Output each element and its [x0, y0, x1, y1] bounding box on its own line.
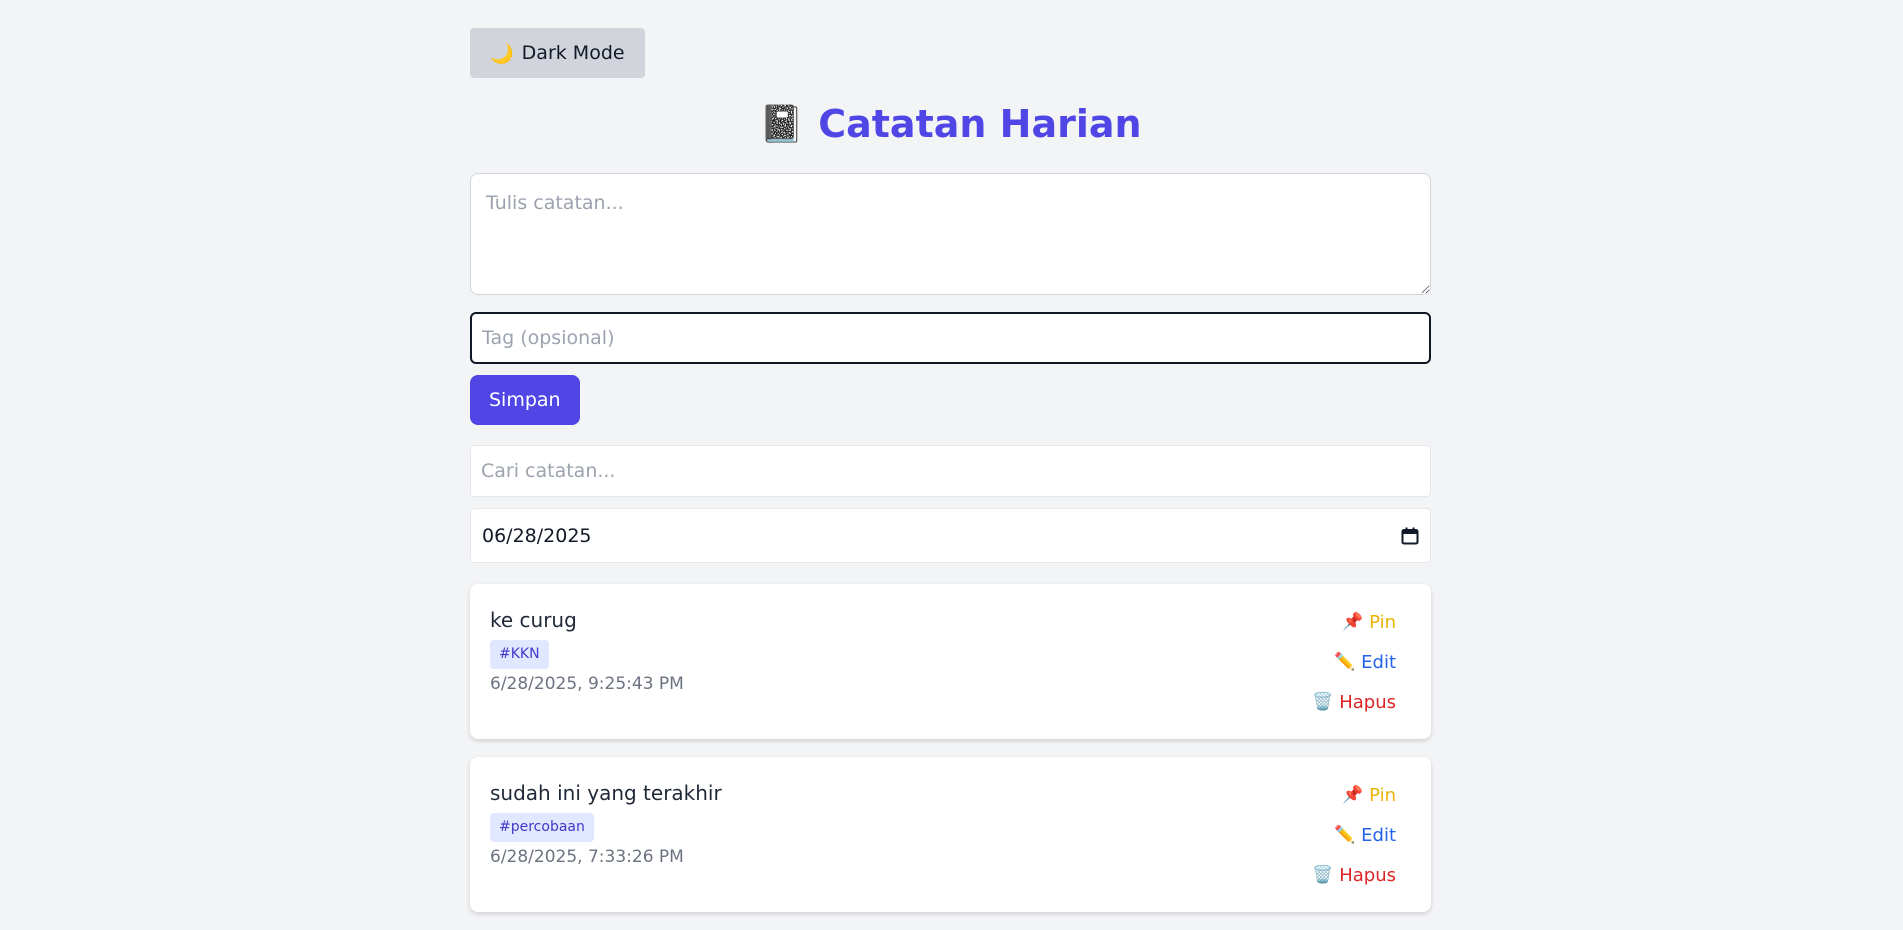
pencil-icon: ✏️	[1333, 825, 1356, 845]
date-value: 06/28/2025	[482, 524, 592, 547]
pin-button[interactable]: 📌 Pin	[1342, 608, 1396, 636]
tag-input[interactable]	[470, 312, 1431, 364]
notes-list: ke curug #KKN 6/28/2025, 9:25:43 PM 📌 Pi…	[470, 584, 1431, 912]
dark-mode-label: Dark Mode	[521, 42, 625, 64]
pin-label: Pin	[1369, 784, 1396, 806]
moon-icon: 🌙	[490, 42, 514, 65]
edit-label: Edit	[1361, 824, 1396, 846]
search-input[interactable]	[470, 445, 1431, 497]
note-text: ke curug	[490, 608, 577, 632]
note-tag: #KKN	[490, 640, 549, 669]
save-button[interactable]: Simpan	[470, 375, 580, 425]
pin-button[interactable]: 📌 Pin	[1342, 781, 1396, 809]
pushpin-icon: 📌	[1341, 785, 1364, 805]
note-card: ke curug #KKN 6/28/2025, 9:25:43 PM 📌 Pi…	[470, 584, 1431, 739]
book-icon: 📓	[759, 104, 805, 145]
trash-icon: 🗑️	[1312, 865, 1334, 885]
calendar-icon[interactable]	[1401, 527, 1419, 545]
note-textarea[interactable]	[470, 173, 1431, 295]
trash-icon: 🗑️	[1312, 692, 1334, 712]
page-title-text: Catatan Harian	[818, 102, 1142, 146]
edit-label: Edit	[1361, 651, 1396, 673]
delete-button[interactable]: 🗑️ Hapus	[1312, 861, 1396, 889]
date-filter-input[interactable]: 06/28/2025	[470, 508, 1431, 563]
app-container: 🌙 Dark Mode 📓 Catatan Harian Simpan 06/2…	[470, 28, 1431, 930]
note-timestamp: 6/28/2025, 7:33:26 PM	[490, 847, 684, 867]
edit-button[interactable]: ✏️ Edit	[1334, 821, 1396, 849]
note-actions: 📌 Pin ✏️ Edit 🗑️ Hapus	[1312, 608, 1396, 716]
delete-button[interactable]: 🗑️ Hapus	[1312, 688, 1396, 716]
delete-label: Hapus	[1339, 691, 1396, 713]
note-actions: 📌 Pin ✏️ Edit 🗑️ Hapus	[1312, 781, 1396, 889]
edit-button[interactable]: ✏️ Edit	[1334, 648, 1396, 676]
note-tag: #percobaan	[490, 813, 594, 842]
note-card: sudah ini yang terakhir #percobaan 6/28/…	[470, 757, 1431, 912]
dark-mode-button[interactable]: 🌙 Dark Mode	[470, 28, 645, 78]
pushpin-icon: 📌	[1341, 612, 1364, 632]
pin-label: Pin	[1369, 611, 1396, 633]
note-text: sudah ini yang terakhir	[490, 781, 722, 805]
delete-label: Hapus	[1339, 864, 1396, 886]
pencil-icon: ✏️	[1333, 652, 1356, 672]
page-title: 📓 Catatan Harian	[470, 100, 1431, 148]
note-timestamp: 6/28/2025, 9:25:43 PM	[490, 674, 684, 694]
